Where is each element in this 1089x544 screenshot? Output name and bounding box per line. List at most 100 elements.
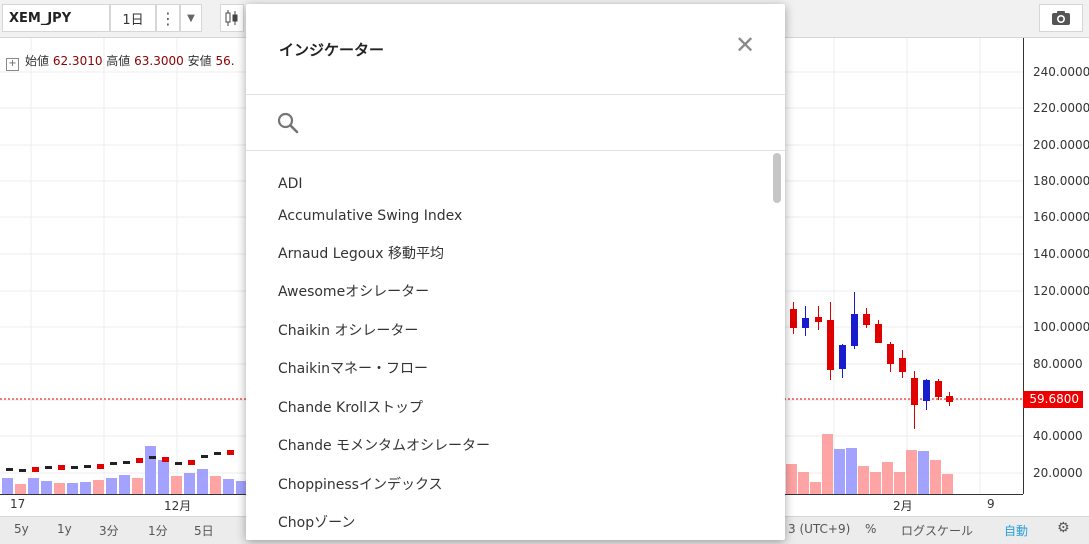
percent-button[interactable]: % [865, 522, 876, 536]
volume-bar [41, 481, 52, 494]
list-item[interactable]: Chaikin オシレーター [278, 320, 418, 340]
candle [875, 324, 882, 343]
ohlc-legend: + 始値 62.3010 高値 63.3000 安値 56. [6, 52, 235, 71]
dialog-title: インジケーター [279, 41, 385, 59]
volume-bar [894, 472, 905, 494]
range-3min-button[interactable]: 3分 [99, 522, 119, 539]
candle [45, 466, 52, 469]
search-row [246, 95, 785, 150]
candle [851, 314, 858, 346]
candle [911, 378, 918, 405]
trading-chart-app: XEM_JPY 1日 ⋮ ▼ + 始値 62.3010 高値 63.3000 安値… [0, 0, 1089, 544]
time-tick: 17 [10, 497, 26, 511]
volume-bar [942, 474, 953, 494]
range-1min-button[interactable]: 1分 [148, 522, 168, 539]
list-item[interactable]: Chopゾーン [278, 512, 355, 532]
candle [802, 318, 809, 328]
indicator-search-input[interactable] [308, 107, 752, 141]
camera-icon[interactable] [1039, 4, 1083, 32]
open-label: 始値 [25, 54, 50, 68]
low-label: 安値 [187, 54, 212, 68]
candle [6, 468, 13, 471]
candle [201, 455, 208, 458]
price-tick: 100.0000 [1033, 320, 1089, 334]
expand-icon[interactable]: + [6, 58, 19, 71]
volume-bar [930, 460, 941, 494]
candle [946, 396, 953, 402]
candle [84, 465, 91, 468]
volume-bar [918, 451, 929, 494]
list-item[interactable]: Accumulative Swing Index [278, 208, 462, 224]
high-value: 63.3000 [134, 54, 184, 68]
list-item-adi[interactable]: ADI [278, 176, 303, 192]
price-tick: 20.0000 [1033, 466, 1083, 480]
volume-bar [906, 450, 917, 494]
volume-bar [106, 478, 117, 494]
vertical-dots-icon[interactable]: ⋮ [156, 4, 180, 32]
candle [227, 450, 234, 455]
price-tick: 240.0000 [1033, 65, 1089, 79]
volume-bar [822, 434, 833, 494]
candles-icon[interactable] [220, 4, 244, 32]
volume-bar [171, 476, 182, 494]
candle [923, 380, 930, 401]
candle [162, 457, 169, 462]
list-item[interactable]: Arnaud Legoux 移動平均 [278, 243, 444, 263]
caret-down-icon[interactable]: ▼ [180, 4, 202, 32]
candle [71, 466, 78, 469]
price-tick: 140.0000 [1033, 247, 1089, 261]
auto-scale-button[interactable]: 自動 [1004, 522, 1028, 539]
timezone-button[interactable]: 3 (UTC+9) [788, 522, 850, 536]
candle [935, 381, 942, 397]
volume-bar [223, 479, 234, 494]
indicator-list[interactable]: ADI Accumulative Swing Index Arnaud Lego… [246, 151, 771, 540]
list-item[interactable]: Chaikinマネー・フロー [278, 358, 428, 378]
candle [214, 452, 221, 455]
range-5y-button[interactable]: 5y [14, 522, 29, 536]
candle [863, 314, 870, 325]
list-item[interactable]: Awesomeオシレーター [278, 281, 429, 301]
price-tick: 40.0000 [1033, 429, 1083, 443]
volume-bar [184, 473, 195, 494]
volume-bar [67, 483, 78, 494]
symbol-search-field[interactable]: XEM_JPY [2, 4, 110, 32]
list-scrollbar[interactable] [773, 153, 781, 203]
time-tick: 12月 [164, 499, 192, 513]
volume-bar [210, 476, 221, 494]
candle [110, 462, 117, 465]
volume-bar [197, 469, 208, 494]
candle [887, 344, 894, 364]
range-1y-button[interactable]: 1y [57, 522, 72, 536]
volume-bar [158, 460, 169, 494]
candle [19, 469, 26, 472]
gear-icon[interactable]: ⚙ [1057, 520, 1070, 536]
candle [149, 456, 156, 459]
volume-bar [810, 482, 821, 494]
volume-bar [798, 472, 809, 494]
current-price-marker: 59.6800 [1023, 391, 1083, 408]
log-scale-button[interactable]: ログスケール [901, 522, 973, 539]
volume-bar [786, 464, 797, 494]
volume-bar [80, 482, 91, 494]
time-tick: 9 [987, 497, 995, 511]
candle [839, 345, 846, 369]
candle [827, 320, 834, 370]
range-5d-button[interactable]: 5日 [194, 522, 214, 539]
volume-bar [132, 478, 143, 494]
list-item[interactable]: Chande モメンタムオシレーター [278, 435, 490, 455]
price-tick: 120.0000 [1033, 284, 1089, 298]
volume-bar [882, 462, 893, 494]
volume-bar [870, 472, 881, 494]
close-icon[interactable]: ✕ [734, 33, 756, 57]
volume-bar [145, 446, 156, 494]
open-value: 62.3010 [52, 54, 103, 68]
price-tick: 200.0000 [1033, 138, 1089, 152]
list-item[interactable]: Choppinessインデックス [278, 474, 443, 494]
candle [97, 464, 104, 469]
time-tick: 2月 [893, 499, 913, 513]
interval-button[interactable]: 1日 [110, 4, 156, 32]
price-tick: 220.0000 [1033, 101, 1089, 115]
volume-bar [28, 478, 39, 494]
list-item[interactable]: Chande Krollストップ [278, 397, 423, 417]
volume-bar [54, 483, 65, 494]
